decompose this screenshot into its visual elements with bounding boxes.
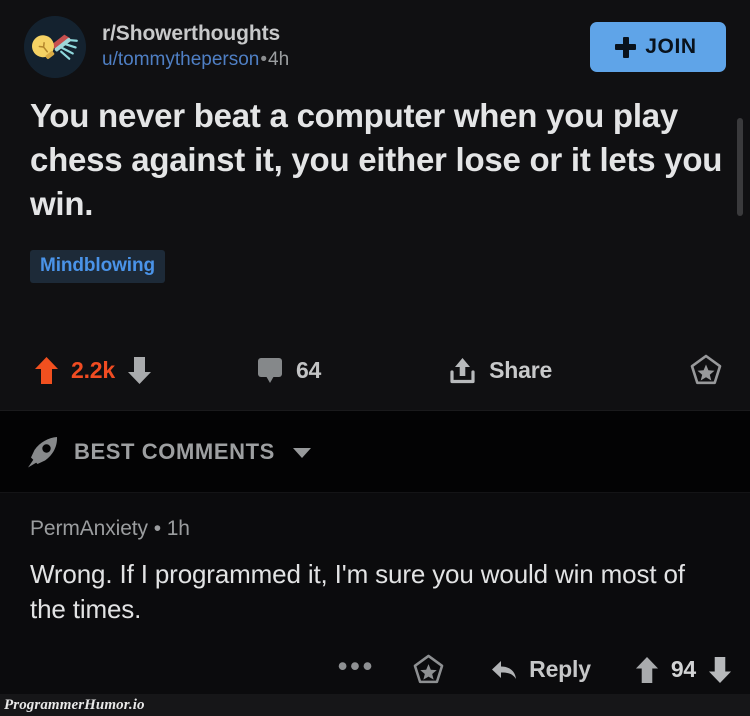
scrollbar-thumb[interactable]: [737, 118, 743, 216]
post-comments-group[interactable]: 64: [257, 356, 321, 384]
downvote-arrow-icon[interactable]: [708, 656, 732, 684]
rocket-icon: [26, 435, 60, 469]
comment-meta-separator: •: [153, 517, 161, 540]
comment-score: 94: [670, 656, 696, 682]
award-star-icon: [690, 354, 722, 386]
overflow-dots-icon[interactable]: •••: [324, 653, 389, 686]
post-save-group[interactable]: [690, 354, 722, 386]
subreddit-name[interactable]: r/Showerthoughts: [102, 21, 590, 47]
reply-arrow-icon: [490, 658, 518, 682]
comment-reply-button[interactable]: Reply: [468, 656, 613, 683]
join-button-label: JOIN: [645, 35, 697, 58]
post-meta: u/tommytheperson•4h: [102, 48, 590, 73]
downvote-arrow-icon[interactable]: [127, 356, 152, 385]
post-flair[interactable]: Mindblowing: [30, 249, 165, 283]
comment-action-bar: ••• Reply 94: [324, 653, 732, 686]
comment-author[interactable]: PermAnxiety: [30, 517, 148, 540]
watermark-bar: ProgrammerHumor.io: [0, 694, 750, 716]
post-share-label: Share: [489, 356, 553, 383]
join-button[interactable]: JOIN: [590, 22, 726, 72]
award-star-icon: [413, 654, 444, 685]
flair-row: Mindblowing: [30, 249, 750, 283]
comment-vote-group: 94: [613, 656, 732, 684]
post-share-group[interactable]: Share: [449, 356, 552, 385]
post-score: 2.2k: [71, 356, 115, 383]
subreddit-avatar[interactable]: [24, 16, 86, 78]
watermark-text: ProgrammerHumor.io: [4, 696, 145, 713]
post-card: r/Showerthoughts u/tommytheperson•4h JOI…: [0, 0, 750, 410]
reddit-post-screenshot: r/Showerthoughts u/tommytheperson•4h JOI…: [0, 0, 750, 716]
comment-reply-label: Reply: [529, 656, 591, 682]
post-comment-count: 64: [295, 356, 322, 383]
showerthoughts-lightbulb-showerhead-icon: [24, 16, 86, 78]
upvote-arrow-icon[interactable]: [635, 656, 659, 684]
meta-separator: •: [260, 49, 268, 71]
comment-age: 1h: [166, 517, 190, 540]
best-comments-sort-bar[interactable]: BEST COMMENTS: [0, 410, 750, 493]
comment-meta: PermAnxiety • 1h: [30, 517, 726, 541]
post-header: r/Showerthoughts u/tommytheperson•4h JOI…: [0, 0, 750, 80]
plus-icon: [615, 36, 637, 58]
comment-award-button[interactable]: [389, 654, 468, 685]
best-comments-label: BEST COMMENTS: [74, 438, 275, 464]
post-author[interactable]: u/tommytheperson: [102, 49, 259, 70]
post-vote-group: 2.2k: [34, 356, 152, 385]
post-age: 4h: [268, 49, 290, 71]
post-header-text: r/Showerthoughts u/tommytheperson•4h: [102, 21, 590, 73]
upvote-arrow-icon[interactable]: [34, 356, 59, 385]
chevron-down-icon[interactable]: [292, 448, 311, 458]
comment-body: Wrong. If I programmed it, I'm sure you …: [30, 559, 685, 624]
comment-item: PermAnxiety • 1h Wrong. If I programmed …: [0, 493, 750, 700]
comment-bubble-icon: [257, 356, 283, 384]
share-icon: [449, 356, 476, 385]
post-action-bar: 2.2k 64 Share: [0, 348, 750, 392]
post-title[interactable]: You never beat a computer when you play …: [30, 94, 726, 226]
